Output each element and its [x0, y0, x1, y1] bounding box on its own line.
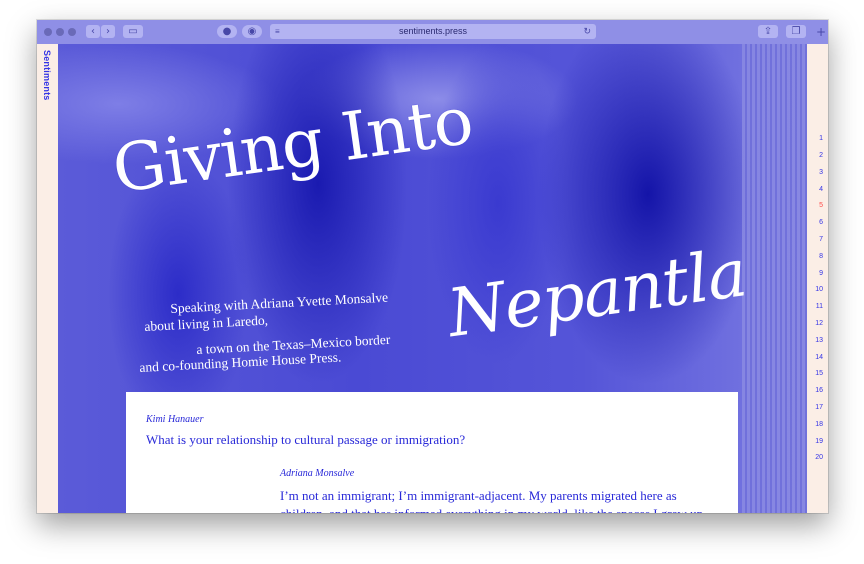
pinterest-icon[interactable]: ◉ [242, 25, 262, 38]
section-link-16[interactable]: 16 [807, 387, 823, 395]
section-link-7[interactable]: 7 [807, 236, 823, 244]
subtitle-line-2: about living in Laredo, [144, 312, 269, 334]
interview-answer: I’m not an immigrant; I’m immigrant-adja… [280, 488, 703, 513]
interviewer-name: Kimi Hanauer [146, 414, 204, 425]
address-bar[interactable]: ≡ sentiments.press ↻ [270, 24, 596, 39]
interview-question: What is your relationship to cultural pa… [146, 432, 466, 447]
section-link-18[interactable]: 18 [807, 421, 823, 429]
new-tab-icon[interactable]: + [816, 26, 826, 38]
zoom-window-button[interactable] [68, 28, 76, 36]
section-link-8[interactable]: 8 [807, 253, 823, 261]
title-line-1: Giving Into [108, 81, 477, 209]
section-link-2[interactable]: 2 [807, 152, 823, 160]
respondent-name: Adriana Monsalve [280, 468, 355, 479]
title-line-2: Nepantla [443, 234, 751, 353]
section-link-6[interactable]: 6 [807, 219, 823, 227]
browser-toolbar: ‹ › ▭ ● ◉ ≡ sentiments.press ↻ ⇪ ❐ + [37, 20, 828, 45]
section-link-3[interactable]: 3 [807, 169, 823, 177]
adblock-icon[interactable]: ● [217, 25, 237, 38]
section-link-15[interactable]: 15 [807, 370, 823, 378]
section-link-10[interactable]: 10 [807, 286, 823, 294]
section-link-13[interactable]: 13 [807, 337, 823, 345]
sidebar-icon[interactable]: ▭ [123, 25, 143, 38]
forward-icon[interactable]: › [101, 25, 115, 38]
section-link-5[interactable]: 5 [807, 202, 823, 210]
browser-window: ‹ › ▭ ● ◉ ≡ sentiments.press ↻ ⇪ ❐ + Sen… [37, 20, 828, 513]
section-link-20[interactable]: 20 [807, 454, 823, 462]
section-link-14[interactable]: 14 [807, 354, 823, 362]
section-link-17[interactable]: 17 [807, 404, 823, 412]
section-link-12[interactable]: 12 [807, 320, 823, 328]
site-brand[interactable]: Sentiments [42, 50, 52, 101]
reader-icon[interactable]: ≡ [275, 24, 280, 39]
reload-icon[interactable]: ↻ [583, 24, 591, 39]
left-rail: Sentiments [37, 44, 58, 513]
share-icon[interactable]: ⇪ [758, 25, 778, 38]
section-link-4[interactable]: 4 [807, 186, 823, 194]
section-link-1[interactable]: 1 [807, 135, 823, 143]
section-link-11[interactable]: 11 [807, 303, 823, 311]
section-link-9[interactable]: 9 [807, 270, 823, 278]
section-index: 1 2 3 4 5 6 7 8 9 10 11 12 13 14 15 16 1… [807, 44, 828, 513]
interview-card: Kimi Hanauer What is your relationship t… [126, 392, 738, 513]
section-link-19[interactable]: 19 [807, 438, 823, 446]
close-window-button[interactable] [44, 28, 52, 36]
subtitle-line-1: Speaking with Adriana Yvette Monsalve [170, 289, 389, 316]
back-icon[interactable]: ‹ [86, 25, 100, 38]
tabs-icon[interactable]: ❐ [786, 25, 806, 38]
url-text: sentiments.press [398, 26, 468, 36]
minimize-window-button[interactable] [56, 28, 64, 36]
